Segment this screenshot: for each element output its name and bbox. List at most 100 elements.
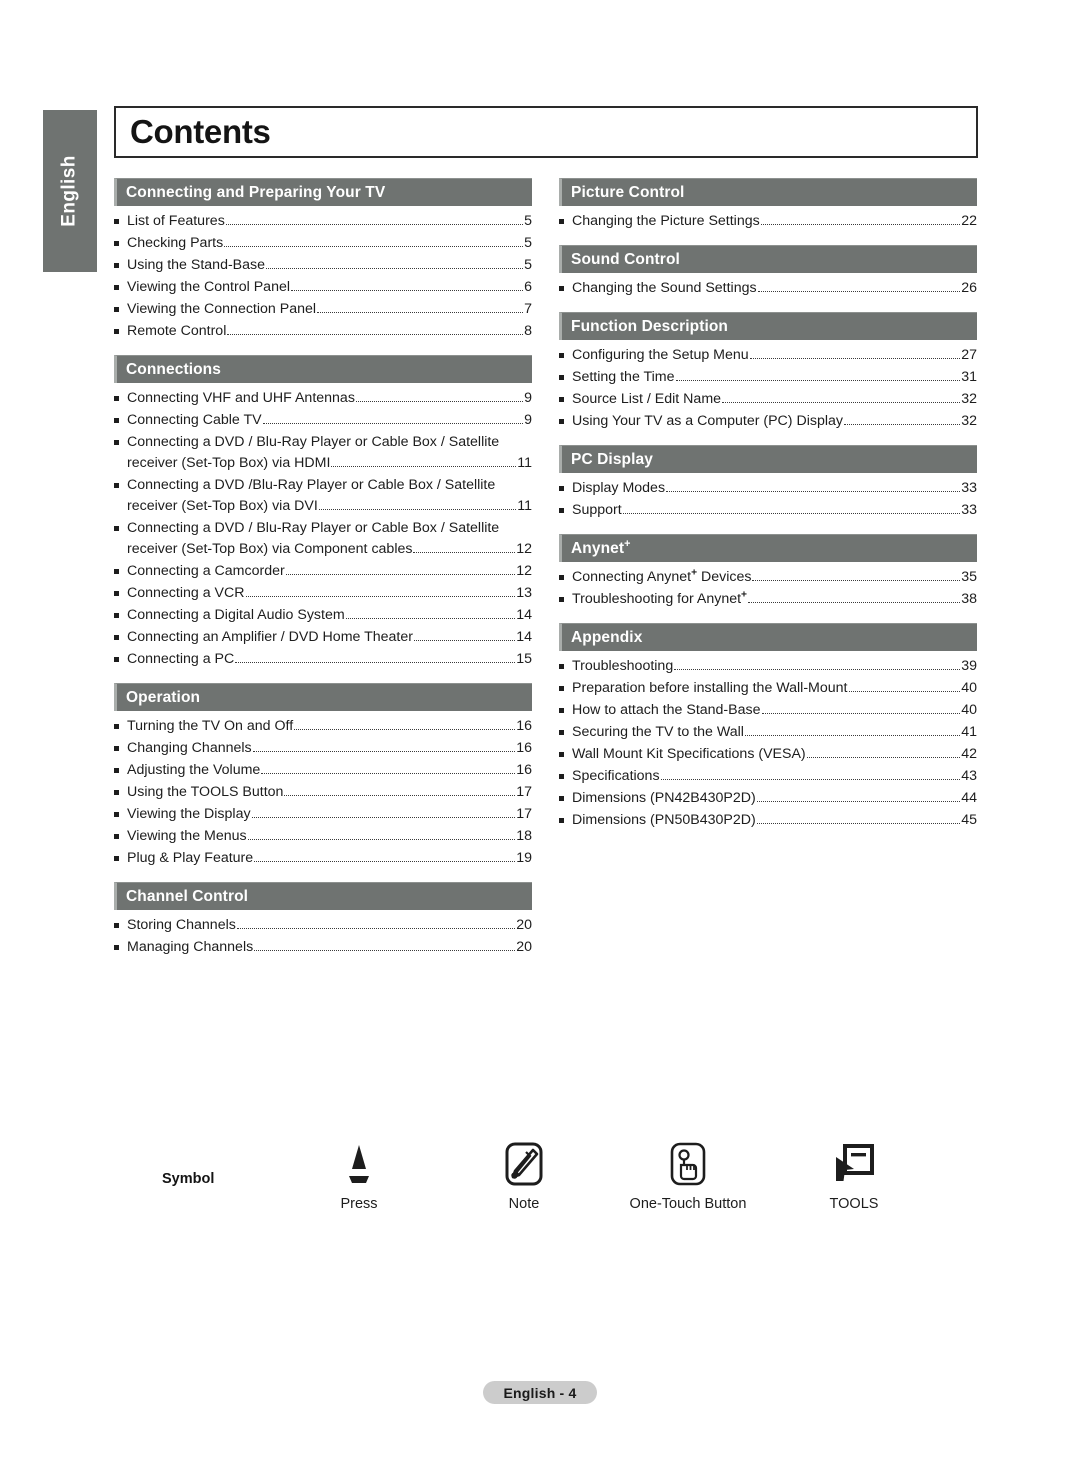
toc-entry-label: Connecting a VCR [127, 584, 245, 601]
toc-entry-page: 33 [961, 501, 977, 518]
toc-entry-body: Source List / Edit Name 32 [572, 389, 977, 410]
toc-entry[interactable]: Remote Control 8 [114, 320, 532, 342]
toc-entry[interactable]: Connecting VHF and UHF Antennas 9 [114, 387, 532, 409]
toc-entry-label: Viewing the Connection Panel [127, 300, 317, 317]
dot-leader [744, 734, 961, 736]
contents-section: Channel Control Storing Channels 20 Managin… [114, 882, 532, 958]
toc-entry[interactable]: Changing the Picture Settings 22 [559, 210, 977, 232]
toc-entry[interactable]: Managing Channels 20 [114, 936, 532, 958]
toc-entry[interactable]: Dimensions (PN50B430P2D) 45 [559, 809, 977, 831]
toc-entry-body: Support 33 [572, 500, 977, 521]
dot-leader [761, 712, 961, 714]
toc-entry[interactable]: Connecting an Amplifier / DVD Home Theat… [114, 626, 532, 648]
toc-entry-body: Turning the TV On and Off 16 [127, 716, 532, 737]
bullet-square-icon [114, 826, 127, 839]
dot-leader [756, 822, 961, 824]
toc-entry[interactable]: Connecting a Camcorder 12 [114, 560, 532, 582]
bullet-square-icon [559, 478, 572, 491]
toc-entry[interactable]: Setting the Time 31 [559, 366, 977, 388]
legend-item-tools: TOOLS [779, 1135, 929, 1212]
toc-entry-label: Changing the Picture Settings [572, 212, 760, 229]
section-header: Operation [114, 683, 532, 711]
toc-entry[interactable]: Changing Channels 16 [114, 737, 532, 759]
toc-entry[interactable]: Preparation before installing the Wall-M… [559, 677, 977, 699]
toc-entry-page: 15 [516, 650, 532, 667]
toc-entry[interactable]: How to attach the Stand-Base 40 [559, 699, 977, 721]
toc-entry-body: Connecting a DVD /Blu-Ray Player or Cabl… [127, 475, 532, 517]
bullet-square-icon [559, 567, 572, 580]
toc-entry[interactable]: Connecting a DVD / Blu-Ray Player or Cab… [114, 517, 532, 560]
toc-entry[interactable]: Viewing the Menus 18 [114, 825, 532, 847]
toc-entry[interactable]: Changing the Sound Settings 26 [559, 277, 977, 299]
section-header: Channel Control [114, 882, 532, 910]
bullet-square-icon [559, 766, 572, 779]
toc-entry[interactable]: Connecting a Digital Audio System 14 [114, 604, 532, 626]
contents-section: Picture Control Changing the Picture Sett… [559, 178, 977, 232]
bullet-square-icon [114, 583, 127, 596]
toc-entry[interactable]: Source List / Edit Name 32 [559, 388, 977, 410]
toc-entry[interactable]: Plug & Play Feature 19 [114, 847, 532, 869]
toc-entry[interactable]: Specifications 43 [559, 765, 977, 787]
bullet-square-icon [114, 782, 127, 795]
toc-entry[interactable]: Adjusting the Volume 16 [114, 759, 532, 781]
bullet-square-icon [114, 738, 127, 751]
toc-entry-page: 45 [961, 811, 977, 828]
toc-entry[interactable]: Connecting a DVD / Blu-Ray Player or Cab… [114, 431, 532, 474]
toc-entry-label: Dimensions (PN42B430P2D) [572, 789, 756, 806]
toc-entry-page: 41 [961, 723, 977, 740]
section-header-label: Channel Control [126, 887, 249, 905]
toc-entry[interactable]: Checking Parts 5 [114, 232, 532, 254]
toc-entry-label: Connecting VHF and UHF Antennas [127, 389, 355, 406]
toc-entry-body: Dimensions (PN42B430P2D) 44 [572, 788, 977, 809]
tools-cursor-icon [779, 1135, 929, 1193]
toc-entry[interactable]: Connecting a PC 15 [114, 648, 532, 670]
toc-entry[interactable]: Connecting a DVD /Blu-Ray Player or Cabl… [114, 474, 532, 517]
section-header-label: Operation [126, 688, 201, 706]
legend-caption-press: Press [340, 1196, 378, 1212]
bullet-square-icon [114, 255, 127, 268]
section-header: Function Description [559, 312, 977, 340]
toc-entry[interactable]: Using the TOOLS Button 17 [114, 781, 532, 803]
toc-entry-label: Securing the TV to the Wall [572, 723, 744, 740]
toc-entry-body: Connecting a VCR 13 [127, 583, 532, 604]
toc-entry[interactable]: Connecting Cable TV 9 [114, 409, 532, 431]
contents-section: Operation Turning the TV On and Off 16 Chan… [114, 683, 532, 869]
bullet-square-icon [114, 915, 127, 928]
toc-entry-page: 39 [961, 657, 977, 674]
toc-entry-page: 40 [961, 701, 977, 718]
dot-leader [622, 512, 961, 514]
toc-entry[interactable]: Using Your TV as a Computer (PC) Display… [559, 410, 977, 432]
toc-entry[interactable]: List of Features 5 [114, 210, 532, 232]
toc-entry[interactable]: Troubleshooting 39 [559, 655, 977, 677]
toc-entry-label: Viewing the Control Panel [127, 278, 290, 295]
toc-entry[interactable]: Configuring the Setup Menu 27 [559, 344, 977, 366]
toc-entry[interactable]: Wall Mount Kit Specifications (VESA) 42 [559, 743, 977, 765]
dot-leader [227, 333, 524, 335]
toc-entry[interactable]: Display Modes 33 [559, 477, 977, 499]
dot-leader [254, 860, 516, 862]
toc-entry[interactable]: Turning the TV On and Off 16 [114, 715, 532, 737]
toc-entry[interactable]: Storing Channels 20 [114, 914, 532, 936]
dot-leader [251, 816, 516, 818]
bullet-square-icon [114, 937, 127, 950]
toc-entry-label: Connecting Anynet+ Devices [572, 566, 752, 585]
toc-entry[interactable]: Troubleshooting for Anynet+ 38 [559, 588, 977, 610]
toc-entry[interactable]: Using the Stand-Base 5 [114, 254, 532, 276]
dot-leader [806, 756, 961, 758]
toc-entry-page: 32 [961, 412, 977, 429]
toc-entry[interactable]: Securing the TV to the Wall 41 [559, 721, 977, 743]
toc-entry[interactable]: Viewing the Control Panel 6 [114, 276, 532, 298]
toc-entry[interactable]: Viewing the Connection Panel 7 [114, 298, 532, 320]
bullet-square-icon [559, 278, 572, 291]
toc-entry-label: Adjusting the Volume [127, 761, 261, 778]
section-header-label: Anynet+ [571, 537, 631, 557]
bullet-square-icon [114, 410, 127, 423]
toc-entry[interactable]: Connecting a VCR 13 [114, 582, 532, 604]
contents-section: Connecting and Preparing Your TV List of … [114, 178, 532, 342]
toc-entry-body: Viewing the Connection Panel 7 [127, 299, 532, 320]
toc-entry-page: 31 [961, 368, 977, 385]
toc-entry[interactable]: Dimensions (PN42B430P2D) 44 [559, 787, 977, 809]
toc-entry[interactable]: Support 33 [559, 499, 977, 521]
toc-entry[interactable]: Viewing the Display 17 [114, 803, 532, 825]
toc-entry[interactable]: Connecting Anynet+ Devices 35 [559, 566, 977, 588]
